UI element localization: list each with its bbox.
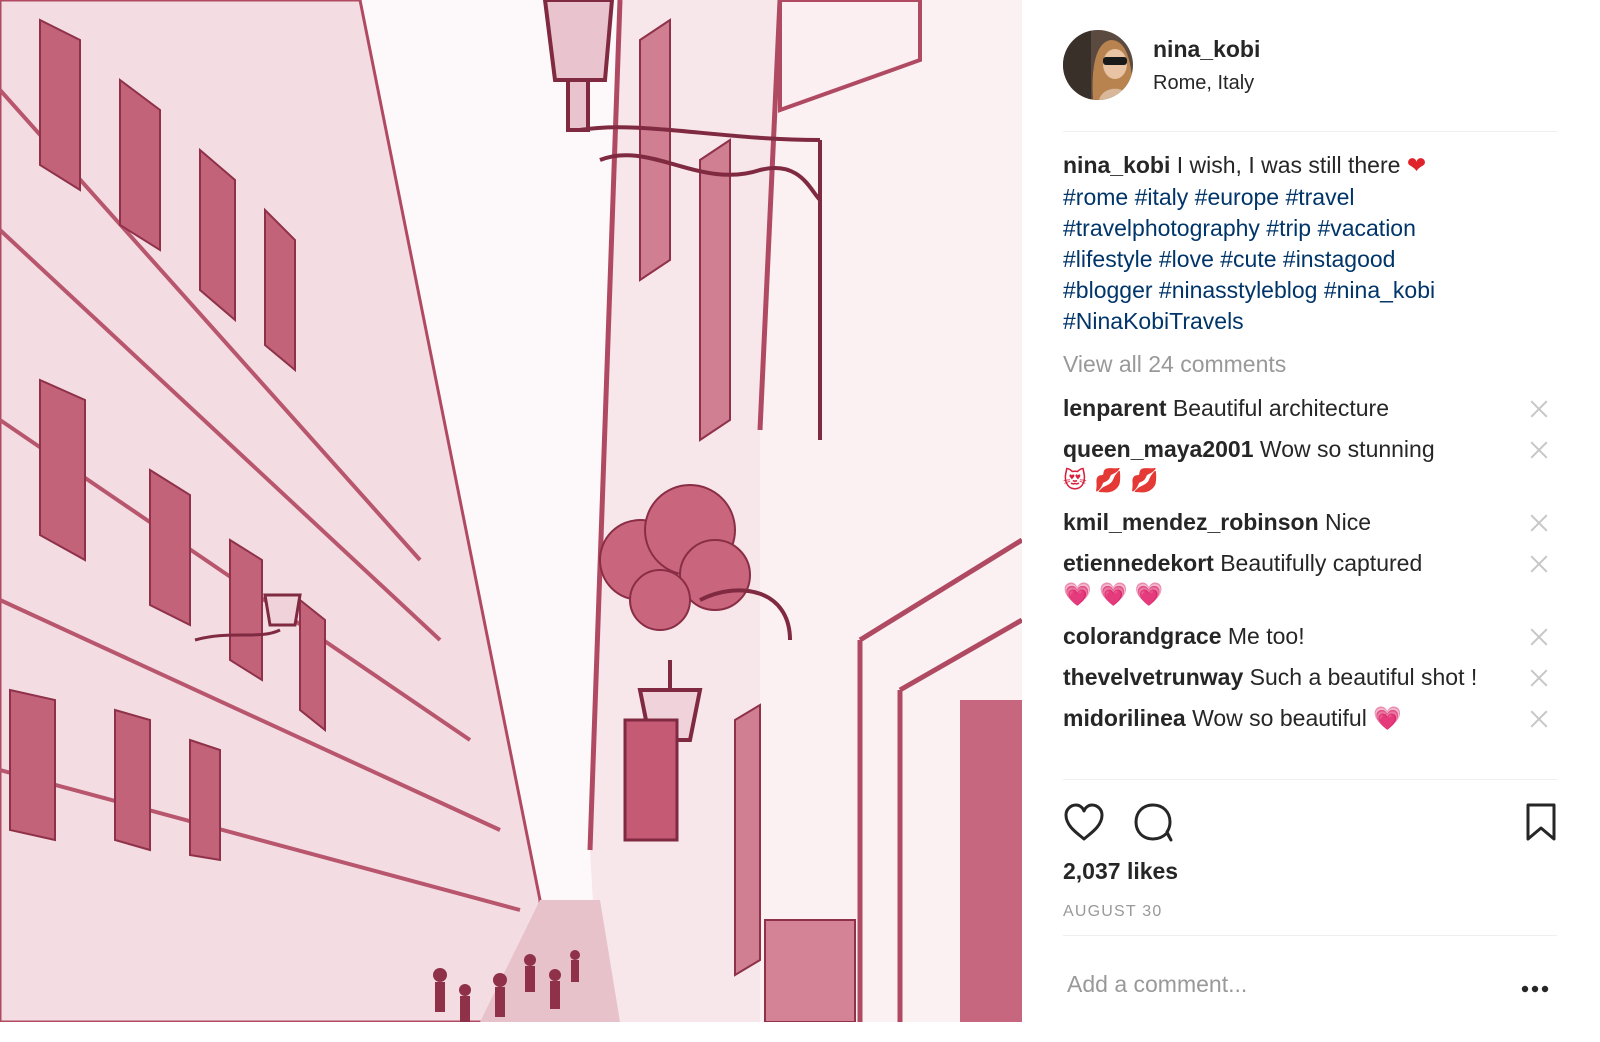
post-actions-bar xyxy=(1063,800,1557,848)
comment-item: kmil_mendez_robinson Nice xyxy=(1063,507,1557,538)
comment-emoji: 💗 💗 💗 xyxy=(1063,582,1164,608)
add-comment-row xyxy=(1063,935,1557,1030)
post-date: AUGUST 30 xyxy=(1063,903,1163,920)
avatar[interactable] xyxy=(1063,30,1133,100)
caption-username[interactable]: nina_kobi xyxy=(1063,152,1170,178)
close-icon[interactable] xyxy=(1529,668,1549,688)
heart-outline-icon[interactable] xyxy=(1063,802,1105,847)
likes-count[interactable]: 2,037 likes xyxy=(1063,858,1178,885)
post-caption: nina_kobi I wish, I was still there ❤ #r… xyxy=(1063,150,1557,337)
comment-text: Beautiful architecture xyxy=(1172,395,1389,421)
post-header: nina_kobi Rome, Italy xyxy=(1063,30,1557,132)
comment-text: Wow so stunning xyxy=(1259,436,1435,462)
hashtags-line[interactable]: #lifestyle #love #cute #instagood xyxy=(1063,246,1395,272)
red-heart-emoji: ❤ xyxy=(1406,153,1427,179)
comment-list: lenparent Beautiful architecture queen_m… xyxy=(1063,393,1557,735)
speech-bubble-icon[interactable] xyxy=(1133,802,1175,847)
comment-text: Wow so beautiful xyxy=(1192,705,1367,731)
close-icon[interactable] xyxy=(1529,627,1549,647)
post-photo[interactable] xyxy=(0,0,1022,1022)
hashtags-line[interactable]: #rome #italy #europe #travel xyxy=(1063,184,1355,210)
rome-street-image xyxy=(0,0,1022,1022)
caption-text: I wish, I was still there xyxy=(1176,152,1401,178)
comment-item: lenparent Beautiful architecture xyxy=(1063,393,1557,424)
comment-item: thevelvetrunway Such a beautiful shot ! xyxy=(1063,662,1557,693)
post-location[interactable]: Rome, Italy xyxy=(1153,72,1260,95)
comment-item: colorandgrace Me too! xyxy=(1063,621,1557,652)
comment-text: Such a beautiful shot ! xyxy=(1249,664,1478,690)
comment-username[interactable]: colorandgrace xyxy=(1063,623,1222,649)
comment-item: midorilinea Wow so beautiful 💗 xyxy=(1063,703,1557,735)
comment-text: Me too! xyxy=(1227,623,1305,649)
comment-emoji: 😻 💋 💋 xyxy=(1063,468,1159,494)
comment-username[interactable]: thevelvetrunway xyxy=(1063,664,1243,690)
hashtags-line[interactable]: #travelphotography #trip #vacation xyxy=(1063,215,1416,241)
close-icon[interactable] xyxy=(1529,513,1549,533)
view-all-comments-link[interactable]: View all 24 comments xyxy=(1063,349,1557,380)
add-comment-input[interactable] xyxy=(1063,966,1483,1002)
post-author-username[interactable]: nina_kobi xyxy=(1153,36,1260,63)
comment-emoji: 💗 xyxy=(1373,706,1402,732)
hashtags-line[interactable]: #blogger #ninasstyleblog #nina_kobi xyxy=(1063,277,1435,303)
post-details-panel: nina_kobi Rome, Italy nina_kobi I wish, … xyxy=(1022,0,1600,1042)
comment-text: Beautifully captured xyxy=(1220,550,1423,576)
comment-username[interactable]: midorilinea xyxy=(1063,705,1186,731)
close-icon[interactable] xyxy=(1529,709,1549,729)
comment-username[interactable]: kmil_mendez_robinson xyxy=(1063,509,1319,535)
comment-username[interactable]: lenparent xyxy=(1063,395,1167,421)
close-icon[interactable] xyxy=(1529,440,1549,460)
avatar-image xyxy=(1063,30,1133,100)
hashtags-line[interactable]: #NinaKobiTravels xyxy=(1063,308,1244,334)
bookmark-icon[interactable] xyxy=(1525,802,1557,847)
more-options-icon[interactable] xyxy=(1521,980,1549,993)
comment-item: etiennedekort Beautifully captured 💗 💗 💗 xyxy=(1063,548,1557,611)
close-icon[interactable] xyxy=(1529,399,1549,419)
comment-username[interactable]: queen_maya2001 xyxy=(1063,436,1254,462)
comments-section: nina_kobi I wish, I was still there ❤ #r… xyxy=(1063,150,1557,780)
comment-username[interactable]: etiennedekort xyxy=(1063,550,1214,576)
comment-text: Nice xyxy=(1325,509,1372,535)
close-icon[interactable] xyxy=(1529,554,1549,574)
comment-item: queen_maya2001 Wow so stunning 😻 💋 💋 xyxy=(1063,434,1557,497)
